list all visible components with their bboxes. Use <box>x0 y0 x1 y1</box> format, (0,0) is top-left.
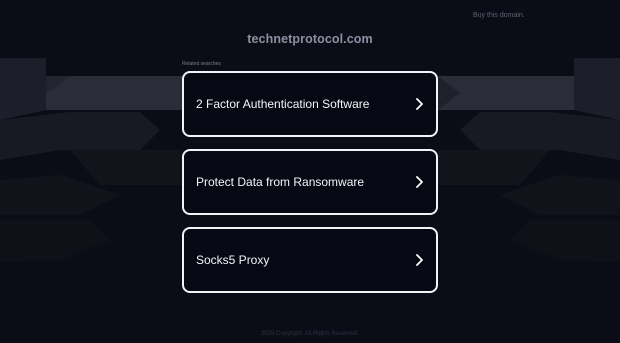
bg-shape-right-7 <box>510 220 620 262</box>
related-search-protect-data-ransomware[interactable]: Protect Data from Ransomware <box>182 149 438 215</box>
footer-copyright: 2025 Copyright. All Rights Reserved. <box>260 331 360 337</box>
domain-title: technetprotocol.com <box>247 32 373 46</box>
chevron-right-icon <box>412 97 426 111</box>
result-label: Protect Data from Ransomware <box>196 175 365 189</box>
related-searches-label: Related searches <box>182 61 221 67</box>
related-search-socks5-proxy[interactable]: Socks5 Proxy <box>182 227 438 293</box>
bg-shape-left-5 <box>70 150 182 185</box>
result-label: 2 Factor Authentication Software <box>196 97 370 111</box>
related-searches-list: 2 Factor Authentication Software Protect… <box>182 71 438 305</box>
result-label: Socks5 Proxy <box>196 253 270 267</box>
bg-shape-left-2 <box>46 76 182 110</box>
bg-shape-right-5 <box>438 150 550 185</box>
bg-shape-left-1 <box>0 58 46 120</box>
buy-domain-link[interactable]: Buy this domain. <box>473 12 525 19</box>
chevron-right-icon <box>412 175 426 189</box>
bg-shape-left-7 <box>0 220 110 262</box>
chevron-right-icon <box>412 253 426 267</box>
related-search-2-factor-authentication[interactable]: 2 Factor Authentication Software <box>182 71 438 137</box>
bg-shape-right-1 <box>574 58 620 120</box>
